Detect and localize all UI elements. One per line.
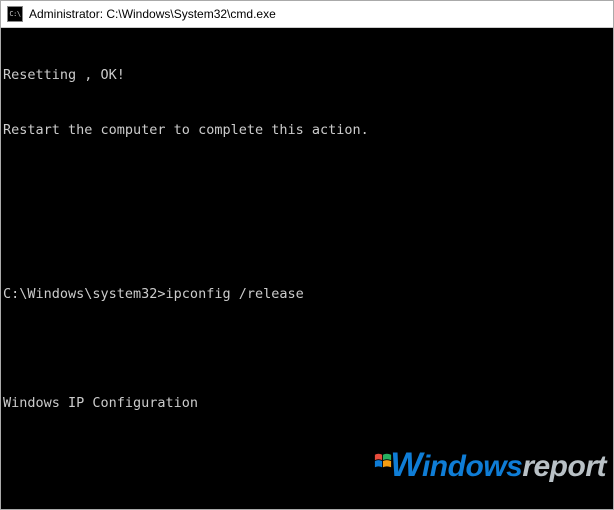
terminal-line: Windows IP Configuration — [3, 394, 611, 412]
window-title: Administrator: C:\Windows\System32\cmd.e… — [29, 7, 276, 21]
terminal-line — [3, 504, 611, 509]
terminal-line — [3, 176, 611, 194]
terminal-line: C:\Windows\system32>ipconfig /release — [3, 285, 611, 303]
terminal-line: Restart the computer to complete this ac… — [3, 121, 611, 139]
terminal-line — [3, 230, 611, 248]
titlebar[interactable]: C:\ Administrator: C:\Windows\System32\c… — [1, 1, 613, 28]
terminal-line — [3, 340, 611, 358]
terminal-output[interactable]: Resetting , OK! Restart the computer to … — [1, 28, 613, 509]
cmd-window: C:\ Administrator: C:\Windows\System32\c… — [0, 0, 614, 510]
terminal-line — [3, 449, 611, 467]
terminal-line: Resetting , OK! — [3, 66, 611, 84]
cmd-icon: C:\ — [7, 6, 23, 22]
